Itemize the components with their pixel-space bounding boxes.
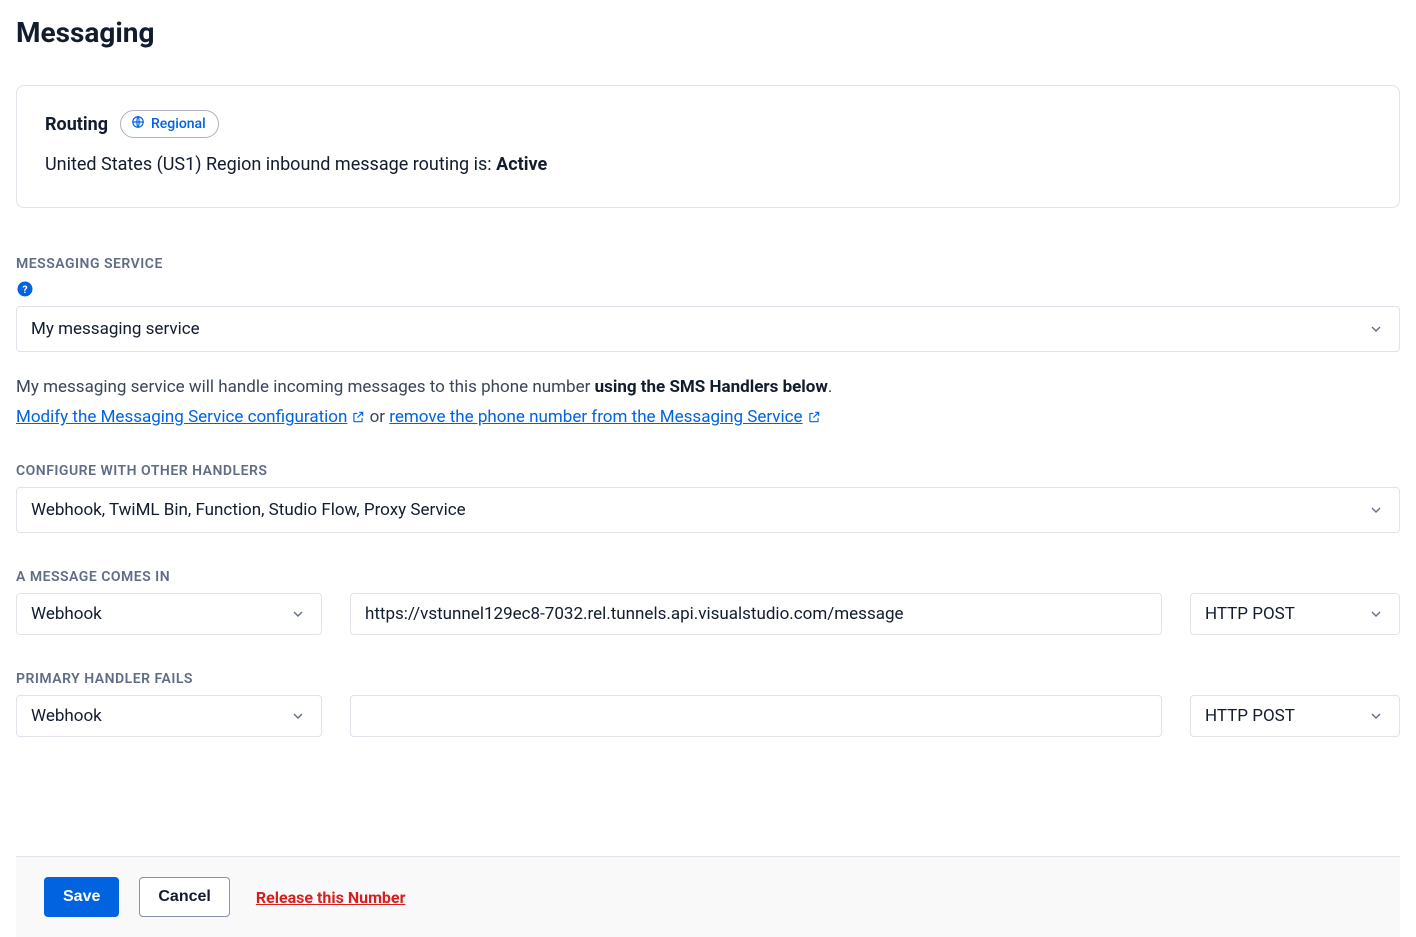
other-handlers-selected: Webhook, TwiML Bin, Function, Studio Flo… (16, 487, 1400, 533)
fail-method-select[interactable]: HTTP POST (1190, 695, 1400, 737)
other-handlers-select[interactable]: Webhook, TwiML Bin, Function, Studio Flo… (16, 487, 1400, 533)
messaging-service-select[interactable]: My messaging service (16, 306, 1400, 352)
regional-badge[interactable]: Regional (120, 110, 219, 138)
message-in-type: Webhook (16, 593, 322, 635)
fail-method: HTTP POST (1190, 695, 1400, 737)
release-number-link[interactable]: Release this Number (256, 888, 406, 907)
message-in-type-select[interactable]: Webhook (16, 593, 322, 635)
routing-status: United States (US1) Region inbound messa… (45, 154, 1371, 175)
remove-number-link[interactable]: remove the phone number from the Messagi… (389, 407, 820, 427)
globe-icon (131, 115, 145, 133)
message-in-method: HTTP POST (1190, 593, 1400, 635)
fail-url-input[interactable] (350, 695, 1162, 737)
message-in-method-select[interactable]: HTTP POST (1190, 593, 1400, 635)
fail-type-select[interactable]: Webhook (16, 695, 322, 737)
routing-card: Routing Regional United States (US1) Reg… (16, 85, 1400, 208)
primary-handler-fails-label: PRIMARY HANDLER FAILS (16, 671, 1400, 687)
cancel-button[interactable]: Cancel (139, 877, 229, 917)
footer-bar: Save Cancel Release this Number (16, 856, 1400, 937)
external-link-icon (351, 410, 365, 424)
fail-type: Webhook (16, 695, 322, 737)
save-button[interactable]: Save (44, 877, 119, 917)
messaging-service-selected: My messaging service (16, 306, 1400, 352)
external-link-icon (807, 410, 821, 424)
messaging-service-description: My messaging service will handle incomin… (16, 374, 1400, 401)
messaging-service-label: MESSAGING SERVICE (16, 256, 1400, 272)
page-title: Messaging (16, 16, 1400, 49)
routing-status-prefix: United States (US1) Region inbound messa… (45, 154, 496, 175)
help-icon[interactable]: ? (16, 280, 34, 298)
message-comes-in-label: A MESSAGE COMES IN (16, 569, 1400, 585)
regional-badge-label: Regional (151, 116, 206, 132)
modify-config-link[interactable]: Modify the Messaging Service configurati… (16, 407, 365, 427)
or-text: or (370, 407, 390, 427)
routing-status-value: Active (496, 154, 547, 175)
svg-text:?: ? (22, 283, 27, 296)
routing-heading: Routing (45, 114, 108, 135)
other-handlers-label: CONFIGURE WITH OTHER HANDLERS (16, 463, 1400, 479)
message-in-url-input[interactable] (350, 593, 1162, 635)
